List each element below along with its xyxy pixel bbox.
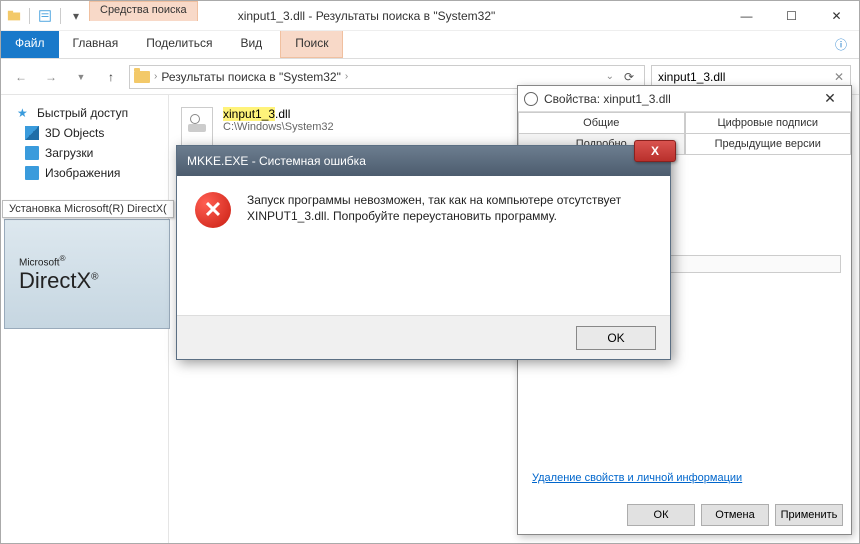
error-body: ✕ Запуск программы невозможен, так как н… [177,176,670,244]
error-message: Запуск программы невозможен, так как на … [247,192,652,228]
nav-up-button[interactable]: ↑ [99,65,123,89]
close-button[interactable]: ✕ [814,2,859,30]
cancel-button[interactable]: Отмена [701,504,769,526]
tooltip: Установка Microsoft(R) DirectX( [2,200,174,218]
error-icon: ✕ [195,192,231,228]
cube-icon [25,126,39,140]
image-icon [25,166,39,180]
remove-props-link[interactable]: Удаление свойств и личной информации [532,472,742,484]
tab-general[interactable]: Общие [518,112,685,133]
chevron-right-icon: › [345,71,348,82]
file-path: C:\Windows\System32 [223,121,334,133]
refresh-icon[interactable]: ⟳ [618,70,640,84]
sidebar-item-label: 3D Objects [45,126,104,140]
error-title: MKKE.EXE - Системная ошибка [187,154,366,168]
dll-file-icon [181,107,213,147]
tab-previous-versions[interactable]: Предыдущие версии [685,133,852,154]
chevron-right-icon: › [154,71,157,82]
star-icon: ★ [17,106,31,120]
search-tools-hint: Средства поиска [89,1,198,21]
apply-button[interactable]: Применить [775,504,843,526]
sep [29,8,30,24]
sidebar-item-3dobjects[interactable]: 3D Objects [5,123,164,143]
sidebar-item-downloads[interactable]: Загрузки [5,143,164,163]
props-close-button[interactable]: ✕ [815,90,845,107]
chevron-down-icon[interactable]: ⌄ [606,71,614,82]
sidebar-item-label: Загрузки [45,146,93,160]
tab-search[interactable]: Поиск [280,31,343,58]
tab-file[interactable]: Файл [1,31,59,58]
ok-button[interactable]: OK [576,326,656,350]
window-controls: — ☐ ✕ [724,2,859,30]
tab-share[interactable]: Поделиться [132,31,226,58]
ok-button[interactable]: ОК [627,504,695,526]
sidebar-item-label: Изображения [45,166,120,180]
folder-icon [134,71,150,83]
titlebar: ▾ Средства поиска xinput1_3.dll - Резуль… [1,1,859,31]
tab-view[interactable]: Вид [226,31,276,58]
nav-forward-button[interactable]: → [39,65,63,89]
directx-label: DirectX® [19,268,169,294]
props-title: Свойства: xinput1_3.dll [544,92,671,106]
download-icon [25,146,39,160]
error-titlebar[interactable]: MKKE.EXE - Системная ошибка [177,146,670,176]
qat: ▾ [1,8,83,24]
sidebar-quick-access[interactable]: ★ Быстрый доступ [5,103,164,123]
error-close-button[interactable]: X [634,140,676,162]
props-buttons: ОК Отмена Применить [627,504,843,526]
search-input[interactable] [658,70,830,84]
error-footer: OK [177,315,670,359]
file-name: xinput1_3.dll [223,107,334,121]
sidebar-label: Быстрый доступ [37,106,128,120]
nav-history-chevron-icon[interactable]: ▼ [69,65,93,89]
directx-installer-panel: Microsoft® DirectX® [4,219,170,329]
qat-chevron-icon[interactable]: ▾ [69,9,83,23]
error-dialog: MKKE.EXE - Системная ошибка X ✕ Запуск п… [176,145,671,360]
gear-icon [524,92,538,106]
tab-home[interactable]: Главная [59,31,133,58]
folder-icon [7,9,21,23]
sidebar-item-pictures[interactable]: Изображения [5,163,164,183]
sep [60,8,61,24]
maximize-button[interactable]: ☐ [769,2,814,30]
nav-back-button[interactable]: ← [9,65,33,89]
breadcrumb[interactable]: Результаты поиска в "System32" [161,70,341,84]
props-icon[interactable] [38,9,52,23]
minimize-button[interactable]: — [724,2,769,30]
microsoft-label: Microsoft® [19,254,169,268]
props-titlebar[interactable]: Свойства: xinput1_3.dll ✕ [518,86,851,112]
ribbon-expand-icon[interactable]: ⓘ [823,31,859,58]
ribbon: Файл Главная Поделиться Вид Поиск ⓘ [1,31,859,59]
clear-search-icon[interactable]: ✕ [834,70,844,84]
tab-signatures[interactable]: Цифровые подписи [685,112,852,133]
window-title: xinput1_3.dll - Результаты поиска в "Sys… [238,9,496,23]
